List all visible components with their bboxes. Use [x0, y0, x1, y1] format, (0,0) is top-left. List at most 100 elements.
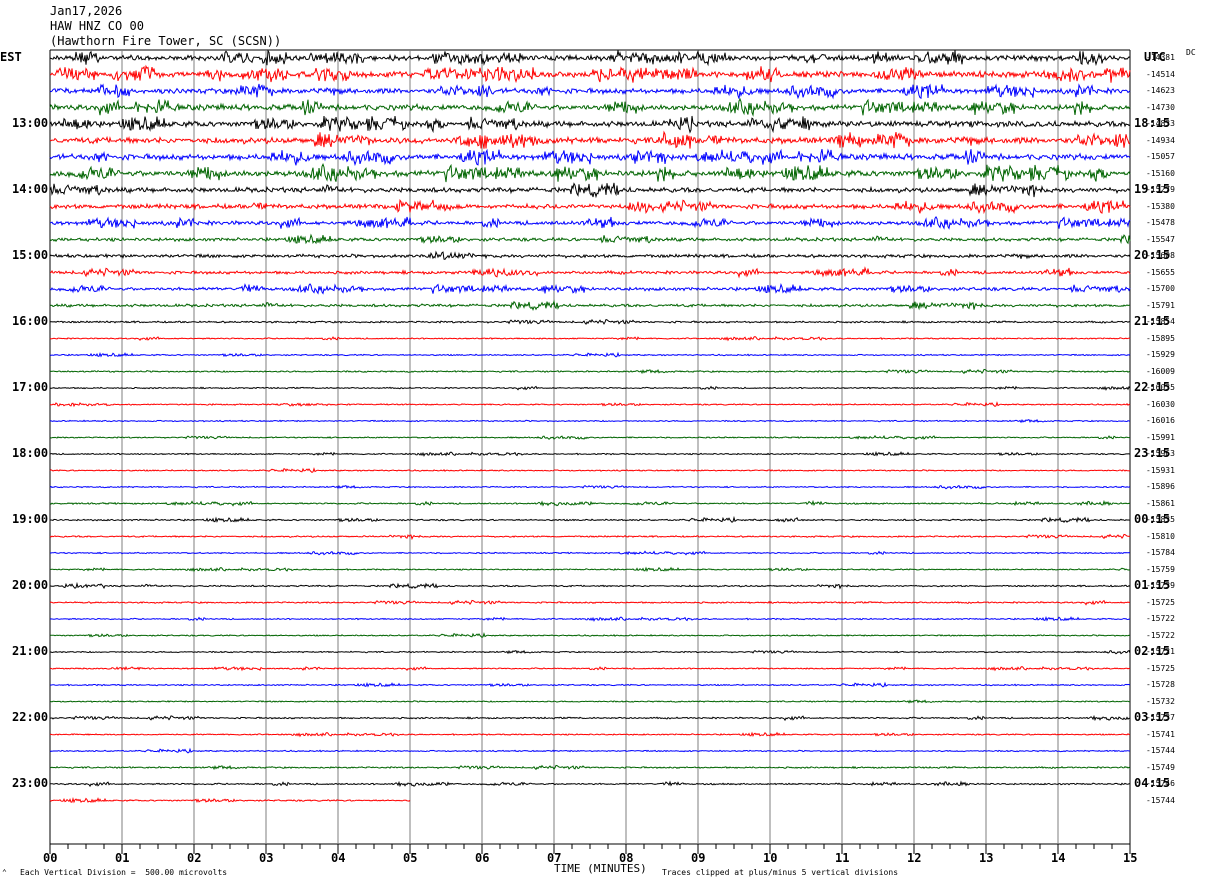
est-hour-label: 21:00 [12, 644, 49, 658]
helicorder-chart [49, 49, 1131, 854]
trace-row-39 [49, 699, 1131, 704]
dc-offset-label: -14934 [1146, 135, 1175, 145]
trace-row-9 [49, 198, 1131, 215]
trace-row-35 [49, 632, 1131, 639]
trace-row-41 [49, 731, 1131, 738]
trace-row-7 [49, 162, 1131, 183]
x-tick-label: 09 [691, 851, 706, 865]
utc-hour-label: 21:15 [1134, 314, 1171, 328]
est-hour-label: 19:00 [12, 512, 49, 526]
trace-row-43 [49, 764, 1131, 771]
dc-offset-label: -15791 [1146, 300, 1175, 310]
trace-row-28 [50, 515, 1131, 524]
trace-row-17 [49, 336, 1131, 342]
trace-row-31 [49, 566, 1131, 573]
utc-hour-label: 18:15 [1134, 116, 1171, 130]
dc-offset-label: -15722 [1146, 630, 1175, 640]
trace-row-33 [49, 599, 1131, 606]
trace-row-8 [49, 182, 1131, 199]
dc-offset-label: -15861 [1146, 498, 1175, 508]
dc-offset-label: -15810 [1146, 531, 1175, 541]
trace-row-10 [49, 215, 1131, 230]
utc-hour-label: 19:15 [1134, 182, 1171, 196]
dc-offset-label: -15929 [1146, 350, 1175, 359]
scale-note: Each Vertical Division = 500.00 microvol… [20, 868, 228, 877]
est-hour-label: 20:00 [12, 578, 49, 592]
dc-offset-label: -16009 [1146, 366, 1175, 376]
trace-row-36 [50, 649, 1131, 655]
x-tick-label: 06 [475, 851, 490, 865]
est-hour-label: 13:00 [12, 116, 49, 130]
utc-hour-label: 22:15 [1134, 380, 1171, 394]
x-tick-label: 12 [907, 851, 922, 865]
dc-offset-label: -15160 [1146, 168, 1175, 178]
dc-offset-label: -15931 [1146, 465, 1175, 475]
x-tick-label: 13 [979, 851, 994, 865]
utc-hour-label: 02:15 [1134, 644, 1171, 658]
x-tick-label: 02 [187, 851, 202, 865]
trace-row-38 [49, 681, 1131, 688]
trace-row-3 [49, 97, 1131, 117]
dc-offset-label: -14623 [1146, 86, 1175, 95]
dc-offset-label: -15896 [1146, 482, 1175, 491]
x-tick-label: 11 [835, 851, 850, 865]
trace-row-15 [49, 299, 1131, 311]
utc-hour-label: 03:15 [1134, 710, 1171, 724]
est-hour-label: 14:00 [12, 182, 49, 196]
trace-row-21 [49, 401, 1131, 408]
trace-row-1 [49, 64, 1131, 84]
trace-row-29 [49, 533, 1131, 541]
utc-hour-label: 01:15 [1134, 578, 1171, 592]
est-hour-label: 23:00 [12, 776, 49, 790]
trace-row-13 [50, 266, 1131, 279]
dc-offset-label: -15991 [1146, 432, 1175, 442]
trace-row-26 [49, 484, 1131, 490]
dc-offset-label: -16016 [1146, 416, 1175, 425]
trace-row-37 [49, 666, 1131, 672]
dc-offset-label: -15749 [1146, 762, 1175, 772]
trace-row-40 [49, 714, 1131, 722]
dc-offset-label: -15744 [1146, 795, 1175, 805]
x-tick-label: 10 [763, 851, 778, 865]
trace-row-24 [49, 451, 1131, 457]
est-hour-label: 18:00 [12, 446, 49, 460]
trace-row-5 [49, 130, 1131, 149]
dc-offset-label: -15741 [1146, 729, 1175, 739]
x-tick-label: 14 [1051, 851, 1066, 865]
dc-offset-label: -15744 [1146, 746, 1175, 755]
dc-offset-label: -15728 [1146, 680, 1175, 689]
x-tick-label: 00 [43, 851, 58, 865]
utc-hour-label: 20:15 [1134, 248, 1171, 262]
dc-offset-label: -15895 [1146, 333, 1175, 343]
dc-offset-label: -14514 [1146, 69, 1175, 79]
trace-row-4 [49, 115, 1131, 134]
dc-offset-label: -15732 [1146, 696, 1175, 706]
trace-row-12 [49, 250, 1131, 260]
trace-row-16 [49, 318, 1131, 325]
trace-row-20 [49, 385, 1131, 391]
dc-offset-label: -15655 [1146, 267, 1175, 277]
trace-row-42 [49, 747, 1130, 754]
utc-hour-label: 04:15 [1134, 776, 1171, 790]
x-tick-label: 05 [403, 851, 418, 865]
x-axis-title: TIME (MINUTES) [554, 862, 647, 875]
dc-offset-label: -16030 [1146, 399, 1175, 409]
trace-row-34 [49, 616, 1131, 622]
dc-offset-label: -15380 [1146, 201, 1175, 211]
dc-offset-label: -15784 [1146, 548, 1175, 557]
trace-row-14 [49, 282, 1131, 295]
x-tick-label: 03 [259, 851, 274, 865]
dc-offset-label: -15547 [1146, 234, 1175, 244]
trace-row-22 [49, 418, 1131, 424]
dc-offset-label: -15700 [1146, 284, 1175, 293]
dc-offset-label: -15478 [1146, 218, 1175, 227]
x-tick-label: 15 [1123, 851, 1138, 865]
trace-row-27 [49, 499, 1131, 507]
est-hour-label: 22:00 [12, 710, 49, 724]
dc-offset-label: -15759 [1146, 564, 1175, 574]
trace-row-45 [49, 796, 411, 804]
est-hour-label: 15:00 [12, 248, 49, 262]
dc-offset-label: -14381 [1146, 53, 1175, 62]
dc-offset-label: -15057 [1146, 152, 1175, 161]
scale-icon: ⌃ [2, 868, 7, 877]
